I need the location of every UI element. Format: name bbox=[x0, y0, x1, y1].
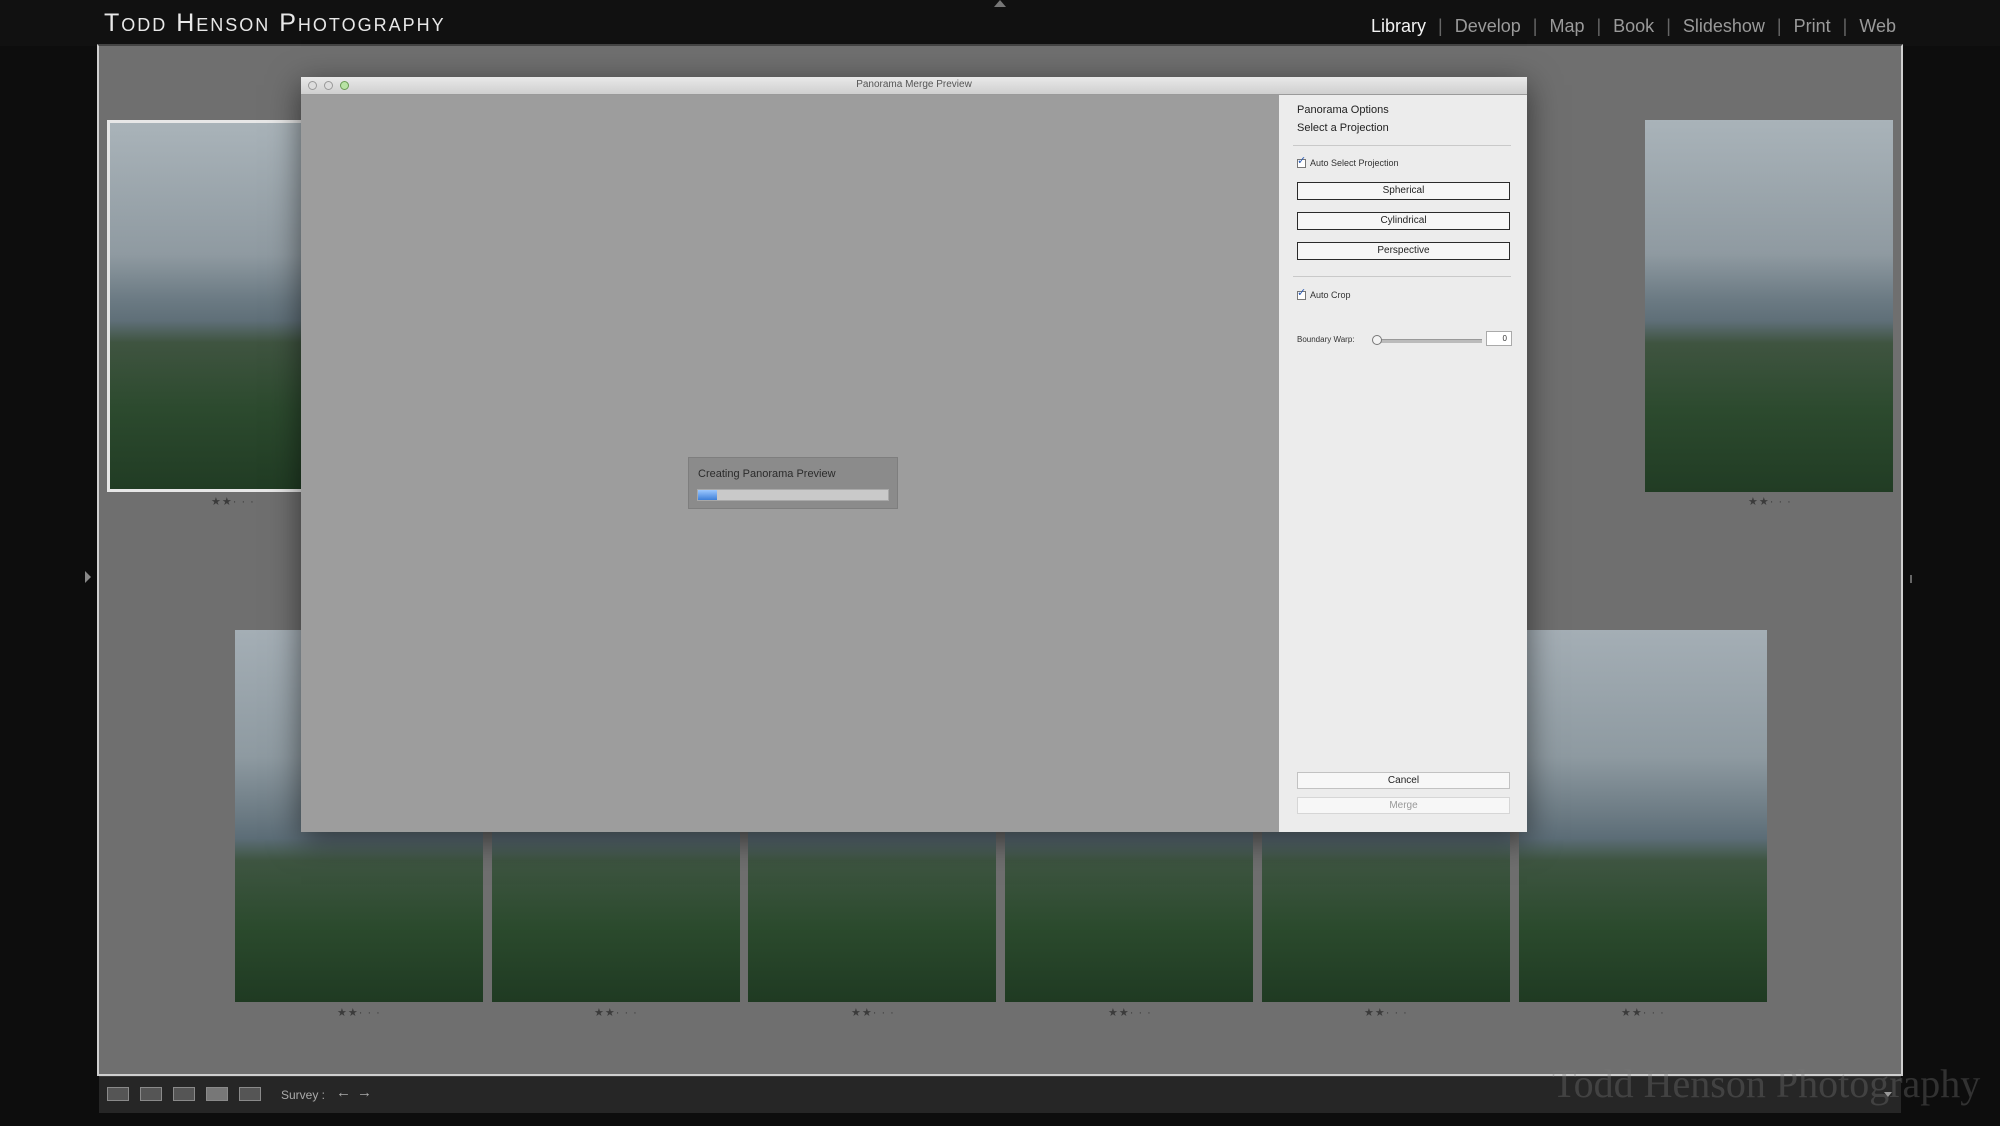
loupe-view-icon[interactable] bbox=[140, 1087, 162, 1101]
module-web[interactable]: Web bbox=[1847, 16, 1908, 37]
photo-thumbnail[interactable] bbox=[1645, 120, 1893, 492]
dialog-title: Panorama Merge Preview bbox=[856, 79, 972, 90]
cylindrical-button[interactable]: Cylindrical bbox=[1297, 212, 1510, 230]
perspective-button[interactable]: Perspective bbox=[1297, 242, 1510, 260]
star-rating[interactable]: ★★· · · bbox=[1621, 1006, 1665, 1019]
toolbar-menu-icon[interactable] bbox=[1884, 1092, 1892, 1097]
module-slideshow[interactable]: Slideshow bbox=[1671, 16, 1777, 37]
spherical-button[interactable]: Spherical bbox=[1297, 182, 1510, 200]
previous-photo-icon[interactable]: ← bbox=[336, 1084, 351, 1101]
star-rating[interactable]: ★★· · · bbox=[211, 495, 255, 508]
progress-panel: Creating Panorama Preview bbox=[688, 457, 898, 509]
top-panel-toggle-icon[interactable] bbox=[994, 0, 1006, 7]
right-panel-toggle-icon[interactable] bbox=[1910, 575, 1912, 583]
module-print[interactable]: Print bbox=[1782, 16, 1843, 37]
module-library[interactable]: Library bbox=[1359, 16, 1438, 37]
photo-thumbnail[interactable] bbox=[1519, 630, 1767, 1002]
people-view-icon[interactable] bbox=[239, 1087, 261, 1101]
star-rating[interactable]: ★★· · · bbox=[1364, 1006, 1408, 1019]
compare-view-icon[interactable] bbox=[173, 1087, 195, 1101]
dialog-titlebar: Panorama Merge Preview bbox=[301, 77, 1527, 95]
auto-select-projection-row[interactable]: ✓ Auto Select Projection bbox=[1297, 154, 1399, 168]
star-rating[interactable]: ★★· · · bbox=[594, 1006, 638, 1019]
projection-heading: Select a Projection bbox=[1297, 122, 1389, 134]
checkmark-icon: ✓ bbox=[1297, 154, 1307, 167]
identity-plate: Todd Henson Photography bbox=[104, 9, 446, 37]
next-photo-icon[interactable]: → bbox=[357, 1084, 372, 1101]
boundary-warp-slider[interactable] bbox=[1378, 339, 1482, 343]
auto-crop-label: Auto Crop bbox=[1310, 290, 1351, 300]
checkmark-icon: ✓ bbox=[1297, 286, 1307, 299]
boundary-warp-slider-handle[interactable] bbox=[1372, 335, 1382, 345]
module-map[interactable]: Map bbox=[1537, 16, 1596, 37]
boundary-warp-value[interactable]: 0 bbox=[1486, 331, 1512, 346]
divider bbox=[1293, 276, 1511, 277]
grid-view-icon[interactable] bbox=[107, 1087, 129, 1101]
divider bbox=[1293, 145, 1511, 146]
boundary-warp-label: Boundary Warp: bbox=[1297, 335, 1355, 344]
star-rating[interactable]: ★★· · · bbox=[851, 1006, 895, 1019]
star-rating[interactable]: ★★· · · bbox=[1108, 1006, 1152, 1019]
merge-button[interactable]: Merge bbox=[1297, 797, 1510, 814]
panorama-preview-area: Creating Panorama Preview bbox=[301, 95, 1279, 832]
progress-fill bbox=[698, 490, 717, 500]
star-rating[interactable]: ★★· · · bbox=[337, 1006, 381, 1019]
left-panel-toggle-icon[interactable] bbox=[85, 571, 91, 583]
panorama-options-panel: Panorama Options Select a Projection ✓ A… bbox=[1279, 95, 1527, 832]
view-mode-label: Survey : bbox=[281, 1088, 326, 1102]
auto-select-projection-label: Auto Select Projection bbox=[1310, 158, 1399, 168]
auto-crop-row[interactable]: ✓ Auto Crop bbox=[1297, 286, 1351, 300]
auto-select-projection-checkbox[interactable]: ✓ bbox=[1297, 154, 1307, 168]
module-book[interactable]: Book bbox=[1601, 16, 1666, 37]
options-heading: Panorama Options bbox=[1297, 104, 1389, 116]
survey-view-icon[interactable] bbox=[206, 1087, 228, 1101]
star-rating[interactable]: ★★· · · bbox=[1748, 495, 1792, 508]
cancel-button[interactable]: Cancel bbox=[1297, 772, 1510, 789]
module-develop[interactable]: Develop bbox=[1443, 16, 1533, 37]
progress-bar bbox=[697, 489, 889, 501]
progress-label: Creating Panorama Preview bbox=[698, 468, 836, 480]
panorama-merge-dialog: Panorama Merge Preview Creating Panorama… bbox=[301, 77, 1527, 832]
module-picker: Library | Develop | Map | Book | Slidesh… bbox=[1359, 16, 1908, 37]
watermark: Todd Henson Photography bbox=[1552, 1061, 1981, 1106]
auto-crop-checkbox[interactable]: ✓ bbox=[1297, 286, 1307, 300]
top-panel: Todd Henson Photography Library | Develo… bbox=[0, 0, 2000, 46]
